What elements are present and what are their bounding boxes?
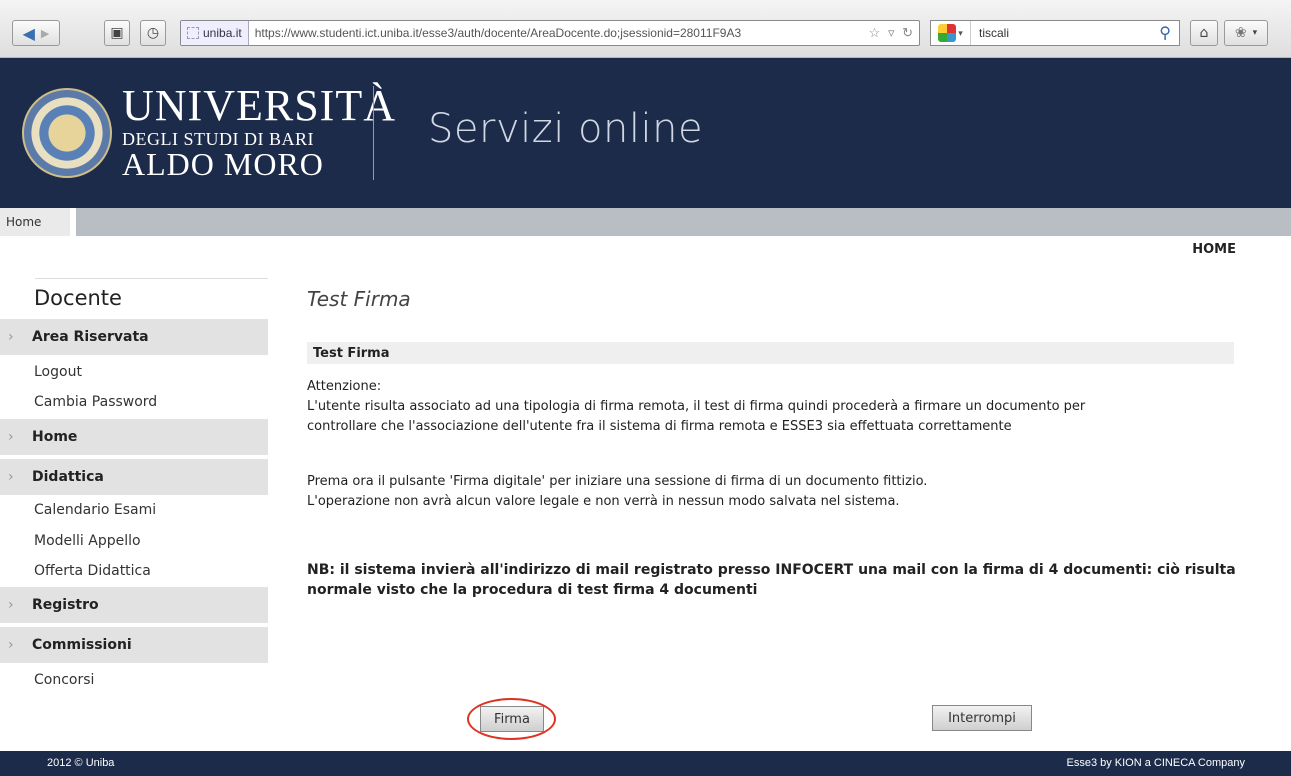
sidebar-section-label: Home — [32, 429, 78, 445]
addon-button[interactable]: ❀ ▾ — [1224, 20, 1268, 46]
attention-text: Attenzione: L'utente risulta associato a… — [307, 377, 1237, 437]
nav-home-link[interactable]: Home — [0, 208, 76, 236]
paragraph-1-line-1: L'utente risulta associato ad una tipolo… — [307, 399, 1086, 414]
search-bar[interactable]: ▾ tiscali ⚲ — [930, 20, 1180, 46]
footer-copyright: 2012 © Uniba — [47, 757, 115, 769]
attention-label: Attenzione: — [307, 379, 382, 394]
chevron-right-icon: › — [8, 469, 14, 485]
sidebar-section-home[interactable]: › Home — [0, 419, 268, 455]
sidebar-section-label: Area Riservata — [32, 329, 149, 345]
site-footer: 2012 © Uniba Esse3 by KION a CINECA Comp… — [0, 751, 1291, 776]
sidebar-section-label: Registro — [32, 597, 99, 613]
page-icon — [187, 27, 199, 39]
url-text[interactable]: https://www.studenti.ict.uniba.it/esse3/… — [249, 26, 869, 40]
site-identity[interactable]: uniba.it — [181, 21, 249, 45]
google-icon — [938, 24, 957, 42]
university-seal-icon — [22, 88, 112, 178]
logo-line-3: ALDO MORO — [122, 146, 324, 182]
sidebar-link-logout[interactable]: Logout — [34, 364, 82, 380]
reload-icon[interactable]: ↻ — [902, 25, 913, 40]
paragraph-2-line-1: Prema ora il pulsante 'Firma digitale' p… — [307, 474, 928, 489]
history-icon: ◷ — [146, 25, 160, 41]
sidebar-link-calendario-esami[interactable]: Calendario Esami — [34, 502, 156, 518]
search-engine-selector[interactable]: ▾ — [931, 21, 971, 45]
header-title: Servizi online — [428, 106, 704, 152]
site-domain: uniba.it — [203, 26, 242, 40]
logo-line-1: UNIVERSITÀ — [122, 81, 396, 130]
sidebar-title: Docente — [34, 286, 122, 310]
page-title: Test Firma — [307, 287, 411, 311]
chevron-right-icon: › — [8, 597, 14, 613]
section-heading: Test Firma — [307, 342, 1234, 364]
sidebar-section-didattica[interactable]: › Didattica — [0, 459, 268, 495]
nb-line-2: normale visto che la procedura di test f… — [307, 582, 758, 598]
interrompi-button[interactable]: Interrompi — [932, 705, 1032, 731]
bookmark-icon: ▣ — [110, 25, 124, 41]
footer-credits[interactable]: Esse3 by KION a CINECA Company — [1066, 757, 1245, 769]
instructions-text: Prema ora il pulsante 'Firma digitale' p… — [307, 472, 1237, 512]
star-icon[interactable]: ☆ — [869, 25, 881, 40]
university-logo[interactable]: UNIVERSITÀ DEGLI STUDI DI BARI ALDO MORO — [122, 81, 396, 182]
sidebar-section-label: Didattica — [32, 469, 104, 485]
highlight-circle — [467, 698, 556, 740]
addon-icon: ❀ — [1234, 25, 1247, 41]
chevron-right-icon: › — [8, 329, 14, 345]
sidebar-section-registro[interactable]: › Registro — [0, 587, 268, 623]
back-icon: ◀ — [22, 23, 35, 43]
home-button[interactable]: ⌂ — [1190, 20, 1218, 46]
forward-icon: ▶ — [40, 26, 50, 40]
history-button[interactable]: ◷ — [140, 20, 166, 46]
paragraph-1-line-2: controllare che l'associazione dell'uten… — [307, 419, 1012, 434]
sidebar-section-commissioni[interactable]: › Commissioni — [0, 627, 268, 663]
sidebar-link-offerta-didattica[interactable]: Offerta Didattica — [34, 563, 151, 579]
chevron-right-icon: › — [8, 429, 14, 445]
header-divider — [373, 86, 374, 180]
nb-line-1: NB: il sistema invierà all'indirizzo di … — [307, 562, 1236, 578]
back-button[interactable]: ◀ ▶ — [12, 20, 60, 46]
search-icon[interactable]: ⚲ — [1159, 23, 1179, 43]
dropdown-icon[interactable]: ▿ — [888, 25, 895, 40]
address-bar[interactable]: uniba.it https://www.studenti.ict.uniba.… — [180, 20, 920, 46]
bookmark-button[interactable]: ▣ — [104, 20, 130, 46]
home-icon: ⌂ — [1199, 25, 1209, 41]
url-actions: ☆ ▿ ↻ — [869, 25, 919, 41]
top-navbar: Home — [0, 208, 1291, 236]
browser-toolbar: ◀ ▶ ▣ ◷ uniba.it https://www.studenti.ic… — [0, 0, 1291, 58]
top-right-home-link[interactable]: HOME — [1192, 242, 1236, 257]
sidebar-link-modelli-appello[interactable]: Modelli Appello — [34, 533, 141, 549]
sidebar-link-cambia-password[interactable]: Cambia Password — [34, 394, 157, 410]
sidebar-divider — [35, 278, 268, 279]
search-input[interactable]: tiscali — [971, 26, 1159, 40]
chevron-right-icon: › — [8, 637, 14, 653]
nb-note: NB: il sistema invierà all'indirizzo di … — [307, 560, 1237, 600]
site-header: UNIVERSITÀ DEGLI STUDI DI BARI ALDO MORO… — [0, 58, 1291, 208]
sidebar-link-concorsi[interactable]: Concorsi — [34, 672, 94, 688]
sidebar-section-area-riservata[interactable]: › Area Riservata — [0, 319, 268, 355]
paragraph-2-line-2: L'operazione non avrà alcun valore legal… — [307, 494, 900, 509]
sidebar-section-label: Commissioni — [32, 637, 132, 653]
